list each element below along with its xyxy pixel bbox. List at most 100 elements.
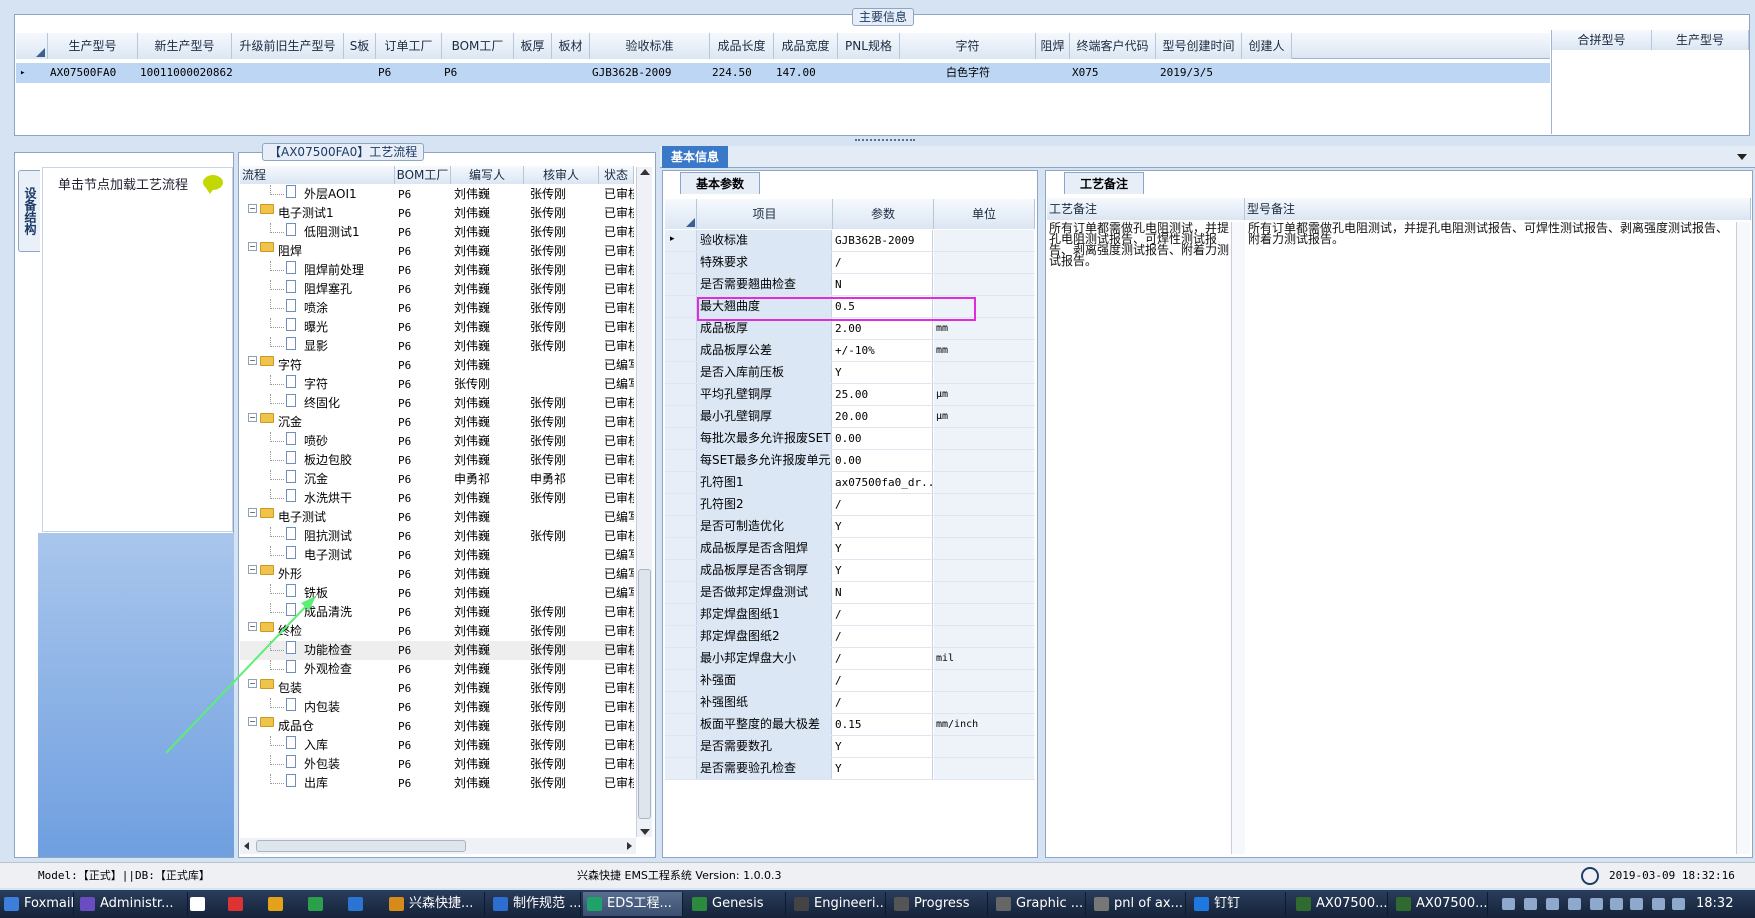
col-header[interactable]: 型号创建时间 bbox=[1156, 33, 1242, 59]
row-header[interactable] bbox=[665, 340, 697, 361]
param-value[interactable]: 0.00 bbox=[833, 428, 933, 449]
param-row[interactable]: 是否做邦定焊盘测试 N bbox=[665, 582, 1035, 604]
tray-icon[interactable] bbox=[1672, 898, 1685, 910]
row-header[interactable] bbox=[665, 538, 697, 559]
param-value[interactable]: Y bbox=[833, 560, 933, 581]
param-value[interactable]: N bbox=[833, 274, 933, 295]
param-row[interactable]: 补强图纸 / bbox=[665, 692, 1035, 714]
quick-launch-icon[interactable] bbox=[190, 897, 205, 911]
taskbar-item[interactable]: 兴森快捷... bbox=[385, 892, 485, 916]
tree-row[interactable]: 水洗烘干 P6 刘伟巍 张传刚 已审核 bbox=[240, 489, 634, 508]
row-header[interactable] bbox=[665, 582, 697, 603]
tree-row[interactable]: 曝光 P6 刘伟巍 张传刚 已审核 bbox=[240, 318, 634, 337]
param-row[interactable]: 邦定焊盘图纸2/ bbox=[665, 626, 1035, 648]
cell-width[interactable]: 147.00 bbox=[776, 63, 836, 83]
row-header[interactable] bbox=[665, 516, 697, 537]
tray-icon[interactable] bbox=[1590, 898, 1603, 910]
param-row[interactable]: 是否需要数孔 Y bbox=[665, 736, 1035, 758]
taskbar-item[interactable]: Engineeri... bbox=[790, 892, 886, 916]
param-value[interactable]: 0.15 bbox=[833, 714, 933, 735]
row-header[interactable] bbox=[665, 318, 697, 339]
param-value[interactable]: 2.00 bbox=[833, 318, 933, 339]
param-row[interactable]: 是否入库前压板 Y bbox=[665, 362, 1035, 384]
param-row[interactable]: ▸ 验收标准 GJB362B-2009 bbox=[665, 230, 1035, 252]
tree-row[interactable]: 外层AOI1 P6 刘伟巍 张传刚 已审核 bbox=[240, 185, 634, 204]
cell-model[interactable]: AX07500FA0 bbox=[50, 63, 138, 83]
cell-bom-factory[interactable]: P6 bbox=[444, 63, 504, 83]
param-value[interactable]: / bbox=[833, 670, 933, 691]
row-header[interactable] bbox=[665, 406, 697, 427]
taskbar-item[interactable]: pnl of ax... bbox=[1090, 892, 1186, 916]
col-header[interactable]: 编写人 bbox=[451, 166, 524, 184]
row-header[interactable] bbox=[665, 714, 697, 735]
col-header[interactable]: 字符 bbox=[900, 33, 1036, 59]
param-value[interactable]: / bbox=[833, 648, 933, 669]
col-header[interactable]: BOM工厂 bbox=[395, 166, 451, 184]
scroll-down-icon[interactable] bbox=[640, 829, 650, 835]
taskbar-item[interactable]: EDS工程... bbox=[583, 892, 683, 916]
model-note-text[interactable]: 所有订单都需做孔电阻测试，并提孔电阻测试报告、可焊性测试报告、剥离强度测试报告、… bbox=[1248, 222, 1728, 245]
param-row[interactable]: 每批次最多允许报废SET 0.00 bbox=[665, 428, 1035, 450]
row-header[interactable] bbox=[665, 648, 697, 669]
taskbar-item[interactable]: 钉钉 bbox=[1190, 892, 1286, 916]
h-scroll-thumb[interactable] bbox=[256, 840, 466, 852]
row-header[interactable] bbox=[665, 428, 697, 449]
tree-row[interactable]: 喷涂 P6 刘伟巍 张传刚 已审核 bbox=[240, 299, 634, 318]
tree-row[interactable]: 低阻测试1 P6 刘伟巍 张传刚 已审核 bbox=[240, 223, 634, 242]
param-row[interactable]: 孔符图2/ bbox=[665, 494, 1035, 516]
collapse-icon[interactable]: − bbox=[248, 565, 257, 574]
col-header[interactable]: 状态 bbox=[599, 166, 634, 184]
col-header[interactable]: 生产型号 bbox=[48, 33, 138, 59]
param-value[interactable]: 0.00 bbox=[833, 450, 933, 471]
param-value[interactable]: Y bbox=[833, 362, 933, 383]
scroll-up-icon[interactable] bbox=[640, 169, 650, 175]
param-row[interactable]: 每SET最多允许报废单元 0.00 bbox=[665, 450, 1035, 472]
taskbar-item[interactable]: AX07500... bbox=[1392, 892, 1488, 916]
col-header[interactable]: 订单工厂 bbox=[376, 33, 442, 59]
tray-icon[interactable] bbox=[1568, 898, 1581, 910]
param-value[interactable]: Y bbox=[833, 736, 933, 757]
quick-launch-icon[interactable] bbox=[268, 897, 283, 911]
param-value[interactable]: N bbox=[833, 582, 933, 603]
col-header[interactable]: 合拼型号 bbox=[1552, 30, 1652, 50]
tray-icon[interactable] bbox=[1524, 898, 1537, 910]
taskbar-item[interactable]: 制作规范 ... bbox=[489, 892, 581, 916]
tree-row[interactable]: 终固化 P6 刘伟巍 张传刚 已审核 bbox=[240, 394, 634, 413]
taskbar-item[interactable]: Genesis bbox=[688, 892, 786, 916]
tree-row[interactable]: 板边包胶 P6 刘伟巍 张传刚 已审核 bbox=[240, 451, 634, 470]
tree-row[interactable]: 出库 P6 刘伟巍 张传刚 已审核 bbox=[240, 774, 634, 793]
row-header[interactable] bbox=[665, 252, 697, 273]
taskbar-item[interactable]: Graphic ... bbox=[992, 892, 1086, 916]
col-header[interactable]: 项目 bbox=[697, 199, 833, 229]
tree-row[interactable]: 阻焊前处理 P6 刘伟巍 张传刚 已审核 bbox=[240, 261, 634, 280]
notes-scrollbar-2[interactable] bbox=[1736, 222, 1750, 854]
col-header[interactable]: 新生产型号 bbox=[138, 33, 232, 59]
row-header[interactable] bbox=[665, 450, 697, 471]
cell-customer-code[interactable]: X075 bbox=[1072, 63, 1152, 83]
param-row[interactable]: 成品板厚 2.00 mm bbox=[665, 318, 1035, 340]
tab-process-notes[interactable]: 工艺备注 bbox=[1064, 172, 1144, 194]
tree-row[interactable]: 字符 P6 张传刚 已编写 bbox=[240, 375, 634, 394]
row-header[interactable] bbox=[665, 626, 697, 647]
param-value[interactable]: / bbox=[833, 626, 933, 647]
cell-new-model[interactable]: 10011000020862 bbox=[140, 63, 232, 83]
taskbar-item[interactable]: Progress bbox=[890, 892, 988, 916]
taskbar-item[interactable]: AX07500... bbox=[1292, 892, 1388, 916]
param-row[interactable]: 邦定焊盘图纸1/ bbox=[665, 604, 1035, 626]
param-value[interactable]: ax07500fa0_dr... bbox=[833, 472, 933, 493]
tree-row[interactable]: − 电子测试1 P6 刘伟巍 张传刚 已审核 bbox=[240, 204, 634, 223]
col-header[interactable]: 工艺备注 bbox=[1047, 198, 1245, 220]
col-header[interactable]: 终端客户代码 bbox=[1070, 33, 1156, 59]
param-row[interactable]: 特殊要求 / bbox=[665, 252, 1035, 274]
cell-standard[interactable]: GJB362B-2009 bbox=[592, 63, 708, 83]
flow-hscrollbar[interactable] bbox=[240, 838, 636, 854]
tray-icon[interactable] bbox=[1546, 898, 1559, 910]
flow-vscrollbar[interactable] bbox=[636, 167, 652, 837]
merge-model-list[interactable]: 合拼型号 生产型号 bbox=[1551, 30, 1749, 134]
param-value[interactable]: / bbox=[833, 692, 933, 713]
param-row[interactable]: 孔符图1 ax07500fa0_dr... bbox=[665, 472, 1035, 494]
collapse-icon[interactable]: − bbox=[248, 204, 257, 213]
row-header[interactable] bbox=[665, 670, 697, 691]
row-header[interactable] bbox=[665, 362, 697, 383]
col-header[interactable]: BOM工厂 bbox=[442, 33, 514, 59]
